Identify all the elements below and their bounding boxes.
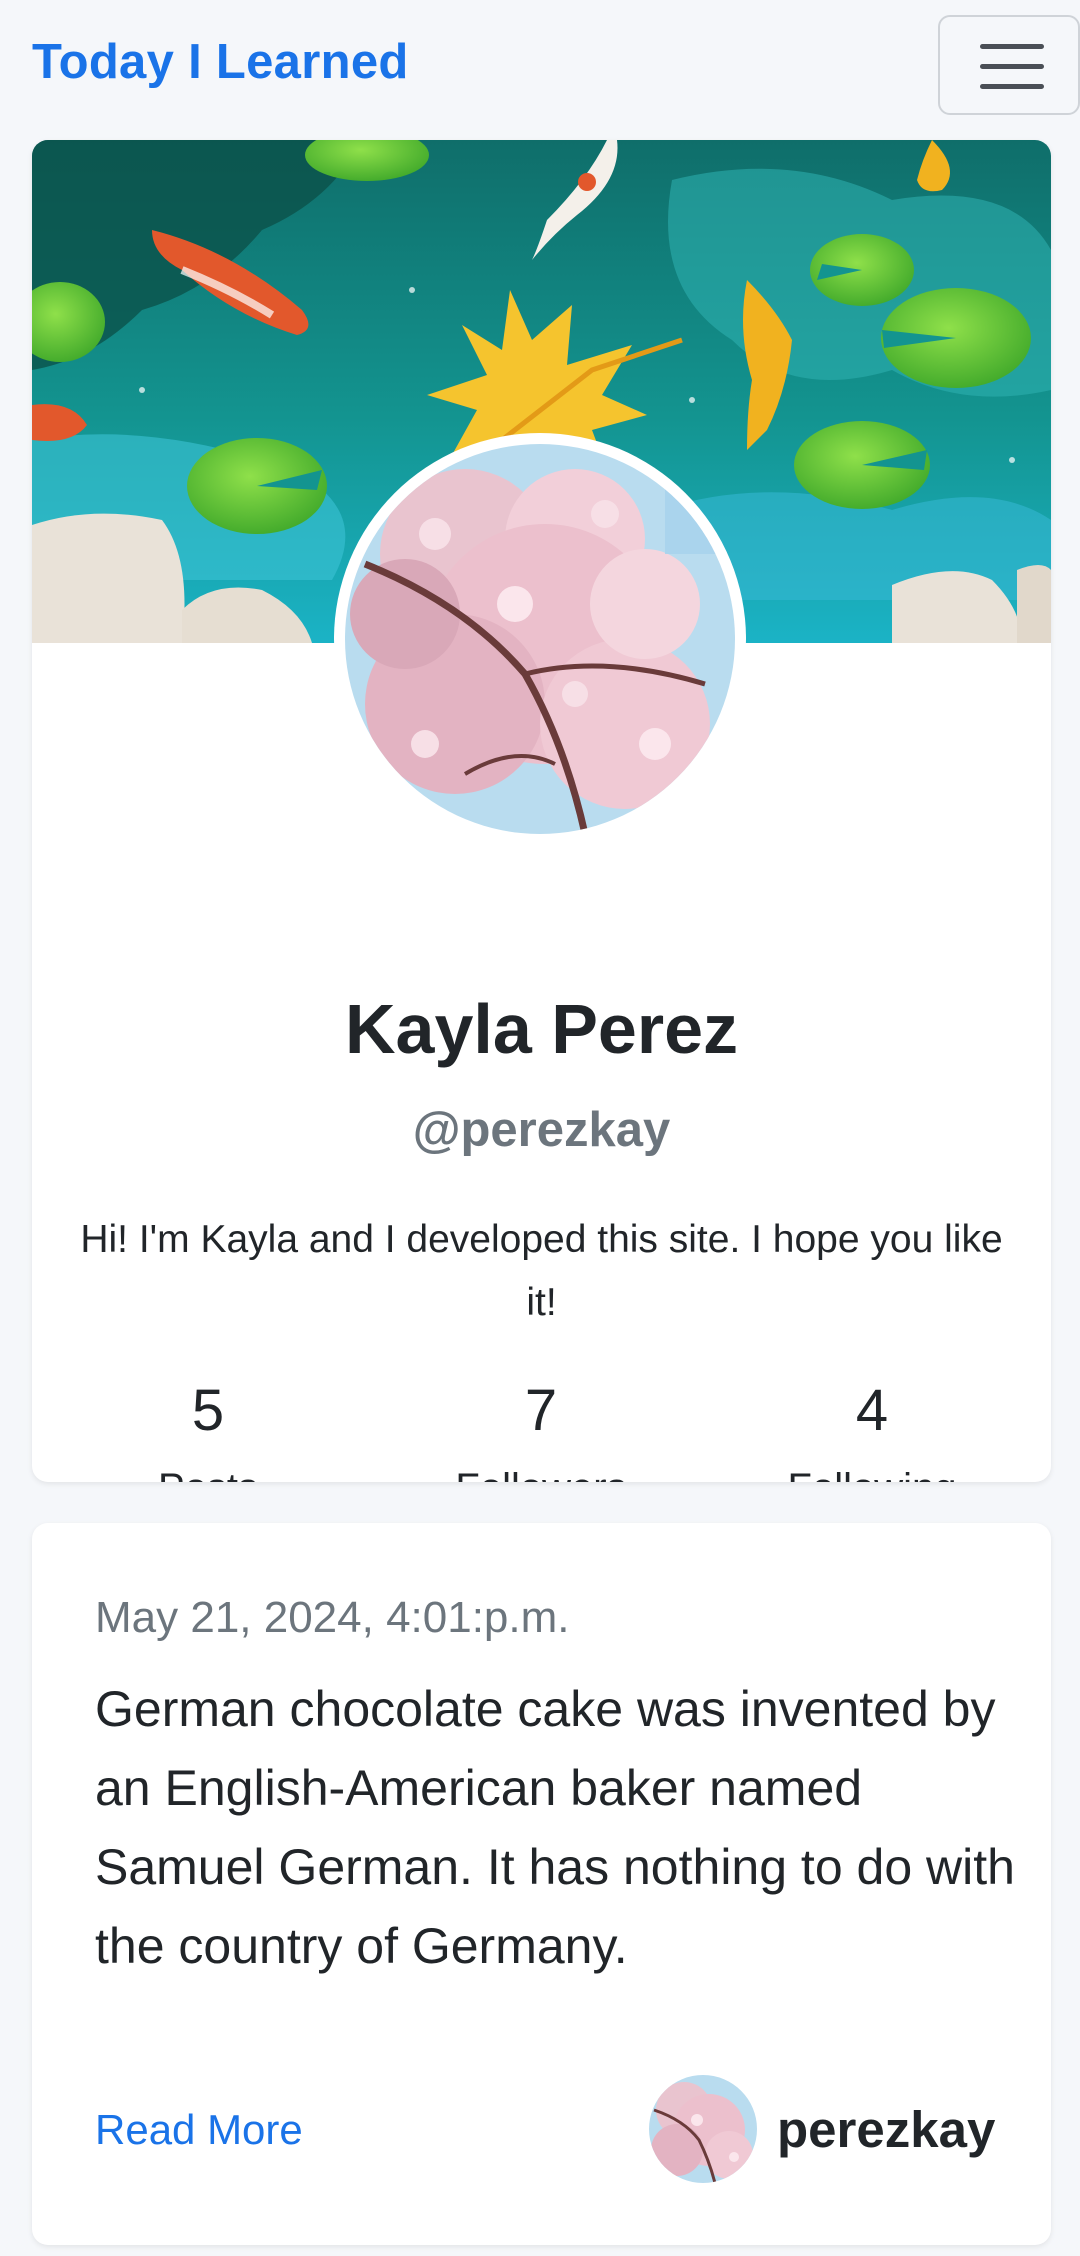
profile-bio: Hi! I'm Kayla and I developed this site.…: [80, 1218, 1003, 1324]
cherry-blossom-avatar-image: [345, 444, 735, 834]
read-more-link[interactable]: Read More: [95, 2106, 303, 2154]
profile-name: Kayla Perez: [344, 990, 739, 1068]
post-body: German chocolate cake was invented by an…: [95, 1681, 1015, 1974]
stat-following[interactable]: 4 Following: [722, 1370, 1022, 1482]
cherry-blossom-avatar-image: [649, 2075, 757, 2183]
post-card: May 21, 2024, 4:01:p.m. German chocolate…: [32, 1523, 1051, 2245]
author-avatar[interactable]: [649, 2075, 757, 2183]
stat-value: 5: [191, 1378, 225, 1443]
stat-label: Followers: [391, 1460, 691, 1482]
profile-card: Kayla Perez @perezkay Hi! I'm Kayla and …: [32, 140, 1051, 1482]
profile-stats: 5 Posts 7 Followers 4 Following: [32, 1370, 1051, 1482]
stat-label: Posts: [58, 1460, 358, 1482]
stat-value: 4: [855, 1378, 889, 1443]
profile-avatar: [334, 433, 746, 845]
post-date: May 21, 2024, 4:01:p.m.: [95, 1593, 570, 1642]
stat-posts[interactable]: 5 Posts: [58, 1370, 358, 1482]
brand-link[interactable]: Today I Learned: [32, 34, 409, 90]
navbar: Today I Learned: [0, 0, 1080, 136]
profile-handle: @perezkay: [412, 1103, 671, 1157]
menu-toggle-button[interactable]: [938, 15, 1080, 115]
stat-value: 7: [524, 1378, 558, 1443]
author-username[interactable]: perezkay: [777, 2100, 995, 2159]
stat-followers[interactable]: 7 Followers: [391, 1370, 691, 1482]
post-author[interactable]: perezkay: [649, 2075, 1029, 2185]
stat-label: Following: [722, 1460, 1022, 1482]
